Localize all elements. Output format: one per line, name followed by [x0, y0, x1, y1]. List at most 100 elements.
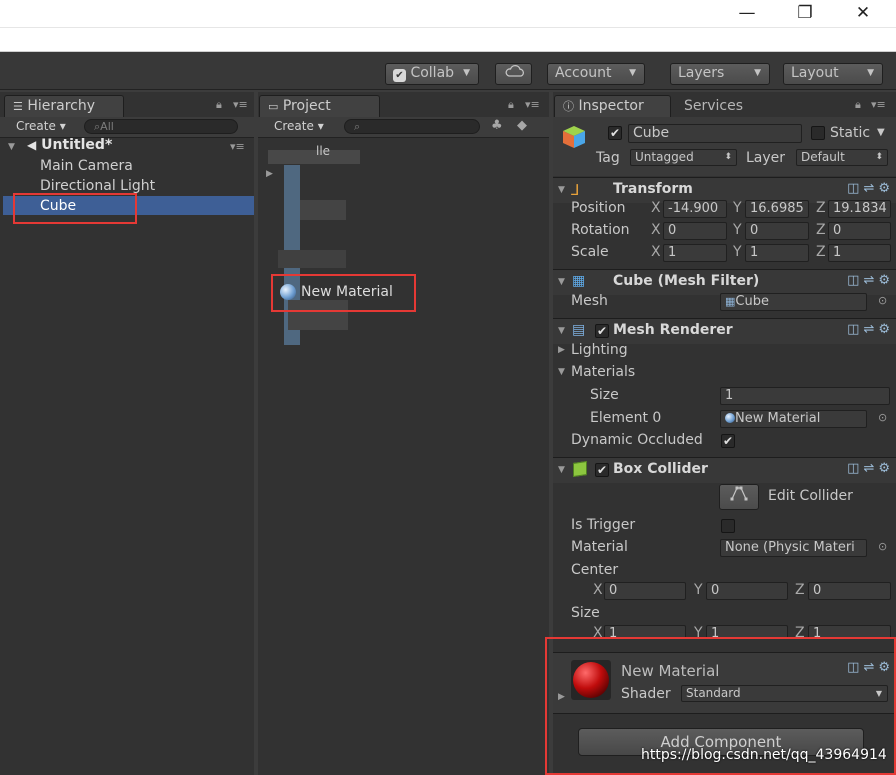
active-checkbox[interactable]: ✔: [608, 126, 622, 140]
layers-button[interactable]: Layers ▼: [670, 63, 770, 85]
component-tool-icons[interactable]: ◫⇌⚙: [847, 322, 894, 337]
collider-size-x-field[interactable]: 1: [604, 625, 686, 637]
element-0-label: Element 0: [590, 410, 662, 426]
object-picker-icon[interactable]: ⊙: [878, 294, 887, 307]
filter-by-type-icon[interactable]: ♣: [491, 118, 503, 133]
scale-y-field[interactable]: 1: [745, 244, 809, 262]
rotation-y-field[interactable]: 0: [745, 222, 809, 240]
layout-label: Layout: [791, 65, 839, 81]
collapse-arrow-icon[interactable]: ▼: [558, 367, 565, 377]
lock-icon[interactable]: 🔒︎: [855, 98, 861, 112]
hierarchy-create-button[interactable]: Create ▾: [16, 119, 66, 133]
expand-arrow-icon[interactable]: ▶: [266, 169, 273, 179]
position-y-field[interactable]: 16.6985: [745, 200, 809, 218]
element-0-field[interactable]: New Material: [720, 410, 867, 428]
info-icon: ⓘ: [563, 100, 574, 113]
account-button[interactable]: Account ▼: [547, 63, 645, 85]
unity-icon: ◀: [27, 138, 37, 152]
scale-label: Scale: [571, 244, 609, 260]
edit-collider-button[interactable]: [719, 484, 759, 510]
y-label: Y: [733, 244, 742, 260]
edit-collider-label: Edit Collider: [768, 488, 853, 504]
tab-inspector-label: Inspector: [578, 98, 644, 114]
static-dropdown-arrow-icon[interactable]: ▼: [877, 127, 885, 138]
panel-menu-icon[interactable]: ▾≡: [233, 98, 248, 111]
filter-by-label-icon[interactable]: ◆: [517, 118, 527, 133]
folder-icon: ▭: [268, 100, 279, 113]
z-label: Z: [816, 244, 826, 260]
object-picker-icon[interactable]: ⊙: [878, 540, 887, 553]
hierarchy-item-main-camera[interactable]: Main Camera: [40, 158, 133, 174]
tab-hierarchy[interactable]: ☰ Hierarchy: [4, 95, 124, 117]
materials-size-field[interactable]: 1: [720, 387, 890, 405]
hierarchy-search-input[interactable]: ⌕All: [84, 119, 238, 134]
mesh-object-field[interactable]: ▦Cube: [720, 293, 867, 311]
mesh-renderer-icon: ▤: [572, 322, 586, 338]
component-tool-icons[interactable]: ◫⇌⚙: [847, 273, 894, 288]
static-checkbox[interactable]: [811, 126, 825, 140]
collapse-arrow-icon[interactable]: ▼: [558, 465, 565, 475]
panel-menu-icon[interactable]: ▾≡: [871, 98, 886, 111]
object-picker-icon[interactable]: ⊙: [878, 411, 887, 424]
center-y-field[interactable]: 0: [706, 582, 788, 600]
tab-inspector[interactable]: ⓘ Inspector: [554, 95, 671, 117]
position-x-field[interactable]: -14.900: [663, 200, 727, 218]
maximize-button[interactable]: ❐: [782, 0, 828, 28]
component-tool-icons[interactable]: ◫⇌⚙: [847, 181, 894, 196]
collider-size-y-field[interactable]: 1: [706, 625, 788, 637]
cloud-icon: [505, 65, 524, 77]
collapse-arrow-icon[interactable]: ▼: [558, 277, 565, 287]
lock-icon[interactable]: 🔒︎: [508, 98, 514, 112]
collider-material-field[interactable]: None (Physic Materi: [720, 539, 867, 557]
scale-x-field[interactable]: 1: [663, 244, 727, 262]
tab-hierarchy-label: Hierarchy: [27, 98, 95, 114]
tab-services[interactable]: Services: [684, 96, 743, 118]
create-label: Create: [16, 119, 56, 133]
watermark: https://blog.csdn.net/qq_43964914: [641, 747, 887, 763]
scale-z-field[interactable]: 1: [828, 244, 891, 262]
project-search-input[interactable]: ⌕: [344, 119, 480, 134]
layout-button[interactable]: Layout ▼: [783, 63, 883, 85]
center-x-field[interactable]: 0: [604, 582, 686, 600]
rotation-x-field[interactable]: 0: [663, 222, 727, 240]
gameobject-cube-icon: [561, 124, 587, 154]
panel-menu-icon[interactable]: ▾≡: [525, 98, 540, 111]
scene-root[interactable]: ◀ Untitled*: [27, 137, 112, 153]
rotation-z-field[interactable]: 0: [828, 222, 891, 240]
menu-bar: [0, 28, 896, 52]
mesh-filter-component-header[interactable]: ▼ ▦ Cube (Mesh Filter) ◫⇌⚙: [553, 269, 896, 295]
mesh-renderer-component-header[interactable]: ▼ ▤ ✔ Mesh Renderer ◫⇌⚙: [553, 318, 896, 344]
edit-collider-icon: [730, 486, 748, 501]
tag-dropdown[interactable]: Untagged ⬍: [630, 149, 737, 166]
box-collider-component-header[interactable]: ▼ ✔ Box Collider ◫⇌⚙: [553, 457, 896, 483]
object-name-field[interactable]: Cube: [628, 124, 802, 143]
collider-size-z-field[interactable]: 1: [808, 625, 891, 637]
collapse-arrow-icon[interactable]: ▼: [558, 326, 565, 336]
hierarchy-item-directional-light[interactable]: Directional Light: [40, 178, 155, 194]
component-tool-icons[interactable]: ◫⇌⚙: [847, 461, 894, 476]
minimize-button[interactable]: —: [724, 0, 770, 28]
static-label: Static: [830, 125, 871, 141]
cloud-button[interactable]: [495, 63, 532, 85]
center-z-field[interactable]: 0: [808, 582, 891, 600]
dynamic-occluded-checkbox[interactable]: ✔: [721, 434, 735, 448]
scene-menu-icon[interactable]: ▾≡: [230, 140, 245, 153]
project-create-button[interactable]: Create ▾: [274, 119, 324, 133]
collapse-arrow-icon[interactable]: ▼: [8, 142, 15, 152]
material-icon: [725, 413, 735, 423]
collider-size-label: Size: [571, 605, 600, 621]
z-label: Z: [795, 625, 805, 637]
is-trigger-checkbox[interactable]: [721, 519, 735, 533]
collapse-arrow-icon[interactable]: ▼: [558, 185, 565, 195]
layer-dropdown[interactable]: Default ⬍: [796, 149, 888, 166]
hierarchy-panel: ☰ Hierarchy 🔒︎ ▾≡ Create ▾ ⌕All ▼ ◀ Unti…: [0, 92, 254, 775]
tab-project[interactable]: ▭ Project: [259, 95, 380, 117]
highlight-box-new-material: [271, 274, 416, 312]
collab-button[interactable]: ✔ Collab ▼: [385, 63, 479, 85]
expand-arrow-icon[interactable]: ▶: [558, 345, 565, 355]
box-collider-enabled-checkbox[interactable]: ✔: [595, 463, 609, 477]
lock-icon[interactable]: 🔒︎: [216, 98, 222, 112]
close-button[interactable]: ✕: [840, 0, 886, 28]
position-z-field[interactable]: 19.1834: [828, 200, 891, 218]
mesh-renderer-enabled-checkbox[interactable]: ✔: [595, 324, 609, 338]
